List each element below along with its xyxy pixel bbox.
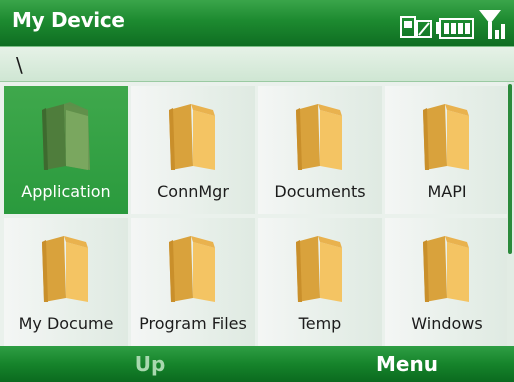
current-path: \ — [16, 53, 23, 77]
folder-icon — [42, 236, 88, 302]
folder-label: Application — [21, 182, 111, 201]
folder-grid: Application ConnMgr Documents MAPI My Do… — [0, 82, 514, 346]
folder-icon — [423, 104, 469, 170]
folder-icon — [423, 236, 469, 302]
scrollbar-thumb[interactable] — [508, 84, 512, 254]
signal-icon — [479, 10, 505, 39]
folder-item-connmgr[interactable]: ConnMgr — [131, 86, 255, 214]
softkey-bar: Up Menu — [0, 346, 514, 382]
folder-label: ConnMgr — [157, 182, 229, 201]
folder-item-windows[interactable]: Windows — [385, 218, 509, 346]
battery-icon — [436, 18, 474, 39]
folder-label: Documents — [274, 182, 366, 201]
sim-phone-icon — [400, 16, 432, 38]
folder-icon — [169, 104, 215, 170]
folder-label: MAPI — [427, 182, 467, 201]
folder-icon — [42, 102, 90, 170]
folder-item-program-files[interactable]: Program Files — [131, 218, 255, 346]
folder-item-temp[interactable]: Temp — [258, 218, 382, 346]
folder-label: Windows — [411, 314, 483, 333]
folder-icon — [169, 236, 215, 302]
folder-label: Temp — [298, 314, 342, 333]
menu-softkey[interactable]: Menu — [300, 352, 514, 376]
folder-item-application[interactable]: Application — [4, 86, 128, 214]
folder-label: Program Files — [139, 314, 247, 333]
folder-item-documents[interactable]: Documents — [258, 86, 382, 214]
title-bar: My Device — [0, 0, 514, 46]
folder-icon — [296, 104, 342, 170]
folder-item-mapi[interactable]: MAPI — [385, 86, 509, 214]
app-title: My Device — [12, 8, 125, 32]
up-softkey[interactable]: Up — [0, 352, 300, 376]
folder-label: My Docume — [18, 314, 114, 333]
folder-item-my-documents[interactable]: My Docume — [4, 218, 128, 346]
status-area — [400, 6, 508, 40]
folder-icon — [296, 236, 342, 302]
path-bar: \ — [0, 46, 514, 82]
